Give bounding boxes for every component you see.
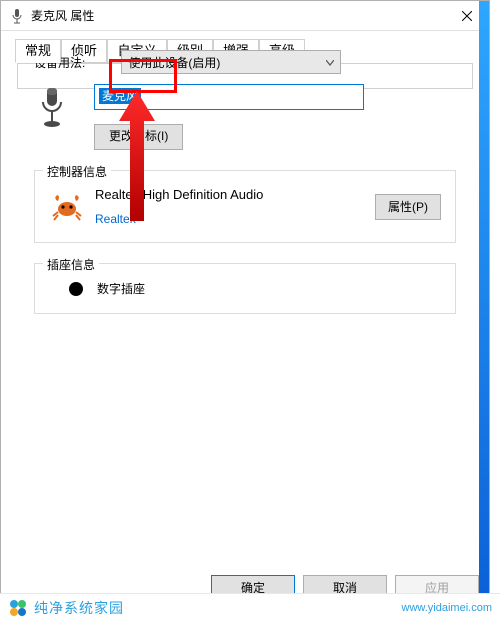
jack-group-title: 插座信息 [43, 256, 99, 273]
tab-general[interactable]: 常规 [15, 39, 61, 63]
microphone-icon [9, 8, 25, 24]
controller-properties-button[interactable]: 属性(P) [375, 194, 441, 220]
jack-color-dot [69, 282, 83, 296]
properties-dialog: 麦克风 属性 常规 侦听 自定义 级别 增强 高级 麦克风 [0, 0, 490, 610]
watermark-footer: 纯净系统家园 www.yidaimei.com [0, 593, 500, 621]
footer-logo-icon [8, 598, 28, 618]
device-large-icon [34, 84, 70, 130]
tabstrip: 常规 侦听 自定义 级别 增强 高级 麦克风 更改图标(I) [9, 39, 481, 67]
titlebar: 麦克风 属性 [1, 1, 489, 31]
controller-group-title: 控制器信息 [43, 163, 111, 180]
change-icon-button[interactable]: 更改图标(I) [94, 124, 183, 150]
jack-label: 数字插座 [97, 280, 145, 297]
tab-panel-general: 麦克风 更改图标(I) 控制器信息 Realtek High Definitio… [17, 63, 473, 89]
window-title: 麦克风 属性 [31, 7, 444, 24]
device-usage-select[interactable]: 使用此设备(启用) [121, 50, 341, 74]
device-usage-row: 设备用法: 使用此设备(启用) [34, 50, 341, 74]
right-window-edge [479, 1, 489, 611]
chevron-down-icon [326, 55, 334, 69]
controller-info-group: 控制器信息 Realtek High Definition Audio Real… [34, 170, 456, 243]
device-name-value: 麦克风 [99, 88, 141, 104]
realtek-crab-icon [49, 189, 85, 225]
device-name-input[interactable]: 麦克风 [94, 84, 364, 110]
footer-brand-text: 纯净系统家园 [34, 598, 124, 618]
device-name-row: 麦克风 更改图标(I) [34, 84, 456, 150]
footer-url-text: www.yidaimei.com [402, 602, 492, 614]
controller-device-name: Realtek High Definition Audio [95, 187, 365, 202]
device-usage-value: 使用此设备(启用) [128, 54, 220, 71]
dialog-body: 常规 侦听 自定义 级别 增强 高级 麦克风 更改图标(I) [1, 31, 489, 609]
controller-vendor-link[interactable]: Realtek [95, 212, 136, 226]
jack-info-group: 插座信息 数字插座 [34, 263, 456, 314]
device-name-column: 麦克风 更改图标(I) [94, 84, 456, 150]
